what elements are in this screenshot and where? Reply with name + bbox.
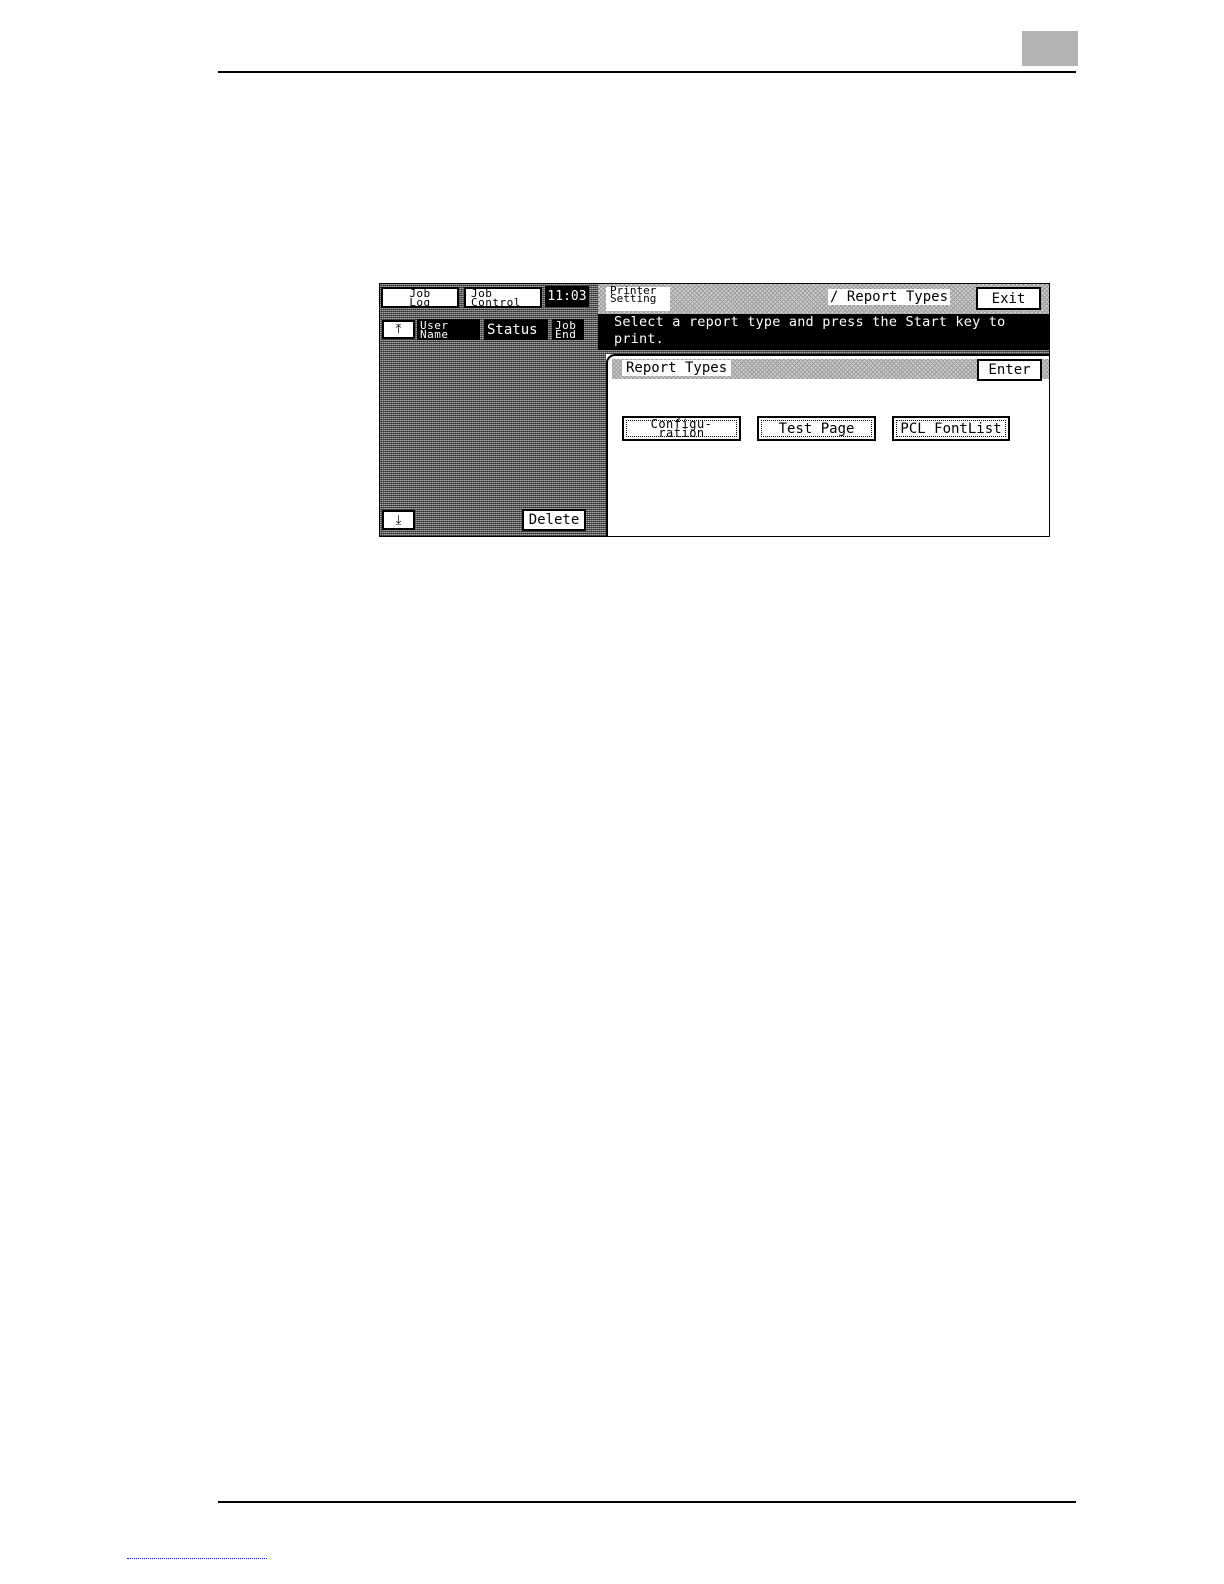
panel-title: Report Types bbox=[622, 360, 732, 376]
delete-button[interactable]: Delete bbox=[522, 509, 586, 531]
configuration-line2: ration bbox=[658, 425, 705, 440]
column-user-line2: Name bbox=[420, 327, 449, 341]
breadcrumb: / Report Types bbox=[828, 289, 951, 305]
scroll-to-bottom-icon: ⤓ bbox=[395, 512, 402, 528]
tab-job-control-line2: Control bbox=[471, 295, 521, 309]
column-header-status: Status bbox=[484, 319, 548, 340]
divider-left bbox=[598, 350, 606, 536]
report-types-panel: Report Types Enter Configu- ration Test … bbox=[606, 354, 1049, 536]
scroll-to-bottom-button[interactable]: ⤓ bbox=[382, 510, 415, 530]
header-title-line2: Setting bbox=[610, 292, 657, 305]
enter-button[interactable]: Enter bbox=[977, 359, 1042, 381]
screen-header-bar: Printer Setting / Report Types Exit bbox=[598, 284, 1049, 314]
column-header-user-name: User Name bbox=[417, 319, 480, 340]
pcl-fontlist-button[interactable]: PCL FontList bbox=[892, 416, 1010, 441]
tab-job-control[interactable]: Job Control bbox=[464, 287, 542, 308]
configuration-button[interactable]: Configu- ration bbox=[622, 416, 741, 441]
printer-control-panel-screen: Job Log Job Control 11:03 ⤒ User Name St… bbox=[379, 283, 1050, 537]
scroll-to-top-button[interactable]: ⤒ bbox=[382, 320, 415, 339]
column-header-job-end: Job End bbox=[552, 319, 584, 340]
header-rule bbox=[218, 71, 1076, 73]
chapter-tab-marker bbox=[1022, 31, 1078, 66]
tab-job-log-line2: Log bbox=[409, 295, 431, 309]
footer-rule bbox=[218, 1501, 1076, 1503]
instruction-message: Select a report type and press the Start… bbox=[598, 314, 1049, 350]
job-list-pane: Job Log Job Control 11:03 ⤒ User Name St… bbox=[380, 284, 600, 536]
clock-display: 11:03 bbox=[545, 286, 589, 307]
column-job-end-line2: End bbox=[555, 327, 577, 341]
test-page-button[interactable]: Test Page bbox=[757, 416, 876, 441]
exit-button[interactable]: Exit bbox=[976, 287, 1041, 310]
header-title: Printer Setting bbox=[610, 285, 657, 305]
scroll-to-top-icon: ⤒ bbox=[395, 322, 402, 337]
tab-job-log[interactable]: Job Log bbox=[381, 287, 459, 308]
footer-link-underline bbox=[127, 1557, 267, 1559]
